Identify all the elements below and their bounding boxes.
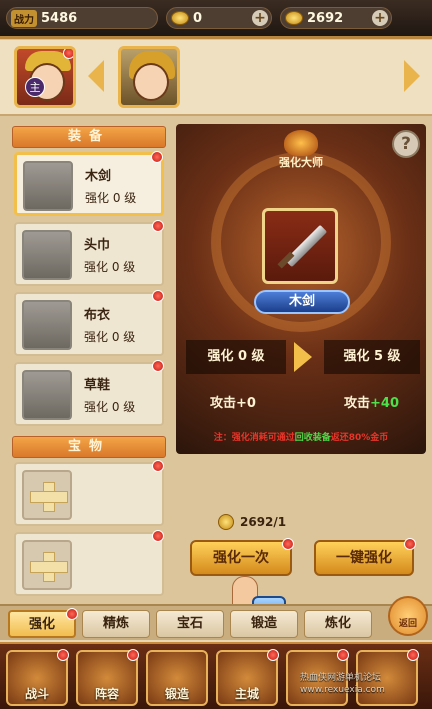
enhance-panel: 强化大师 ? 木剑 强化 0 级 强化 5 级 攻击+0 攻击+40 注：强化消… — [176, 124, 426, 454]
treasure-slot-2[interactable] — [14, 530, 164, 596]
equipment-name: 木剑 — [85, 169, 112, 184]
notification-dot-icon — [282, 538, 294, 550]
add-silver-button[interactable]: + — [372, 10, 388, 26]
equipment-level: 强化 0 级 — [85, 191, 137, 205]
equipment-slot-weapon[interactable]: 木剑 强化 0 级 — [14, 151, 164, 216]
notification-dot-icon — [66, 608, 78, 620]
tab-refine[interactable]: 精炼 — [82, 610, 150, 638]
treasure-slot-1[interactable] — [14, 460, 164, 526]
enhance-cost: 2692/1 — [218, 514, 286, 530]
nav-forge-label: 锻造 — [164, 687, 189, 701]
sword-icon — [23, 161, 73, 211]
nav-main-city[interactable]: 主城 — [216, 649, 279, 706]
enhance-cost-value: 2692/1 — [240, 515, 287, 529]
notification-dot-icon — [152, 360, 164, 372]
nav-battle-label: 战斗 — [24, 687, 49, 701]
cloth-armor-icon — [22, 300, 72, 350]
sword-icon — [284, 224, 328, 268]
back-button[interactable]: 返回 — [388, 596, 428, 636]
hero-selector: 主 — [0, 40, 432, 116]
combat-power-display: 战力 5486 — [6, 7, 158, 29]
recycle-tip-highlight: 回收装备 — [294, 433, 331, 443]
hero-portrait-second[interactable] — [118, 46, 180, 108]
equipment-slot-helmet[interactable]: 头巾 强化 0 级 — [14, 220, 164, 286]
next-level: 强化 5 级 — [324, 340, 420, 374]
nav-lineup-label: 阵容 — [94, 687, 119, 701]
equipment-level: 强化 0 级 — [84, 330, 136, 344]
previous-hero-arrow-icon[interactable] — [88, 60, 104, 92]
nav-forge[interactable]: 锻造 — [146, 650, 208, 706]
next-attack: 攻击+40 — [344, 392, 399, 411]
nav-battle[interactable]: 战斗 — [6, 649, 69, 706]
tab-forge[interactable]: 锻造 — [230, 610, 298, 638]
notification-dot-icon — [337, 649, 349, 661]
tab-enhance[interactable]: 强化 — [8, 608, 78, 638]
add-treasure-icon — [22, 540, 72, 590]
notification-dot-icon — [404, 538, 416, 550]
enhance-master-label[interactable]: 强化大师 — [176, 154, 426, 170]
next-attack-label: 攻击 — [344, 396, 371, 411]
tab-gem[interactable]: 宝石 — [156, 610, 224, 638]
upgrade-arrow-icon — [294, 342, 312, 372]
equipment-section-title: 装备 — [12, 126, 166, 148]
notification-dot-icon — [152, 530, 164, 542]
selected-item-slot — [262, 208, 338, 284]
notification-dot-icon — [63, 49, 73, 59]
hero-portrait-main[interactable]: 主 — [14, 46, 76, 108]
gold-coin-icon — [218, 514, 234, 530]
next-hero-arrow-icon[interactable] — [404, 60, 420, 92]
main-hero-tag: 主 — [25, 77, 45, 97]
notification-dot-icon — [267, 649, 279, 661]
equipment-slot-armor[interactable]: 布衣 强化 0 级 — [14, 290, 164, 356]
gold-value: 0 — [193, 10, 203, 26]
equipment-name: 草鞋 — [84, 378, 111, 393]
equipment-level: 强化 0 级 — [84, 400, 136, 414]
gold-coin-icon — [171, 11, 189, 25]
top-resource-bar: 战力 5486 0 + 2692 + — [0, 0, 432, 36]
current-attack: 攻击+0 — [210, 396, 256, 411]
notification-dot-icon — [57, 649, 69, 661]
silver-value: 2692 — [307, 10, 344, 26]
notification-dot-icon — [151, 151, 163, 163]
equipment-level: 强化 0 级 — [84, 260, 136, 274]
silver-coin-icon — [285, 11, 303, 25]
nav-lineup[interactable]: 阵容 — [76, 649, 139, 706]
notification-dot-icon — [152, 460, 164, 472]
notification-dot-icon — [152, 290, 164, 302]
forge-master-emblem-icon — [284, 130, 318, 156]
add-gold-button[interactable]: + — [252, 10, 268, 26]
combat-power-value: 5486 — [41, 10, 78, 26]
silver-display: 2692 + — [280, 7, 392, 29]
headband-icon — [22, 230, 72, 280]
combat-power-label: 战力 — [11, 9, 37, 27]
tab-smelt[interactable]: 炼化 — [304, 610, 372, 638]
one-key-enhance-button[interactable]: 一键强化 — [314, 538, 416, 576]
selected-item-name: 木剑 — [254, 290, 350, 314]
straw-sandals-icon — [22, 370, 72, 420]
forge-tab-bar: 强化 精炼 宝石 锻造 炼化 — [0, 604, 432, 640]
equipment-name: 布衣 — [84, 308, 111, 323]
notification-dot-icon — [407, 649, 419, 661]
nav-main-city-label: 主城 — [234, 687, 259, 701]
treasure-section-title: 宝物 — [12, 436, 166, 458]
equipment-slot-boots[interactable]: 草鞋 强化 0 级 — [14, 360, 164, 426]
site-watermark: 热血侠网游单机论坛 www.rexuexia.com — [300, 673, 385, 695]
equipment-name: 头巾 — [84, 238, 111, 253]
add-treasure-icon — [22, 470, 72, 520]
next-attack-value: +40 — [370, 396, 399, 411]
current-level: 强化 0 级 — [186, 340, 286, 374]
hero-face — [133, 63, 169, 101]
help-button[interactable]: ? — [392, 130, 420, 158]
recycle-tip: 注：强化消耗可通过回收装备返还80%金币 — [213, 433, 389, 443]
gold-display: 0 + — [166, 7, 272, 29]
enhance-once-button[interactable]: 强化一次 — [190, 538, 294, 576]
notification-dot-icon — [127, 649, 139, 661]
notification-dot-icon — [152, 220, 164, 232]
